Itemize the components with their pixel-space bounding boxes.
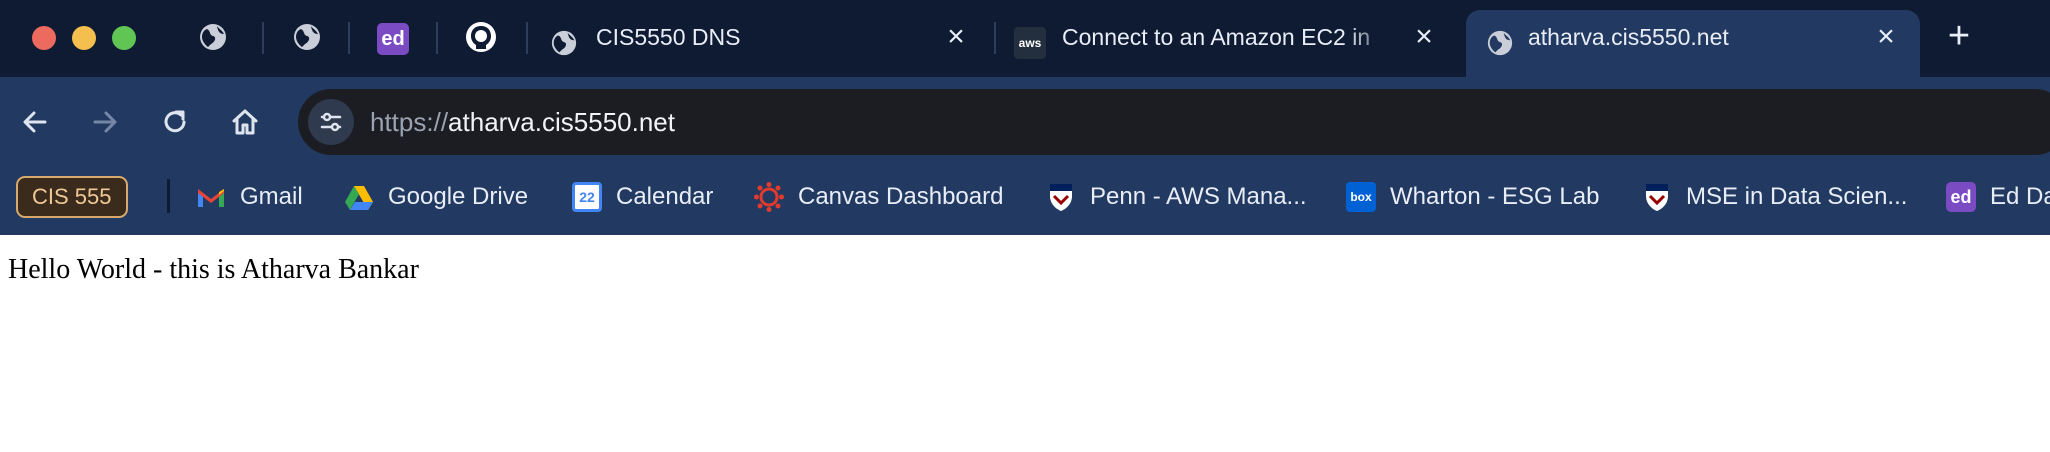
tab-strip: ed CIS5550 DNS × aws Connect to an Amazo… <box>0 0 2050 77</box>
tab-atharva-active[interactable]: atharva.cis5550.net × <box>1466 10 1920 77</box>
tab-cis5550-dns[interactable]: CIS5550 DNS × <box>548 10 978 77</box>
pinned-tab-3[interactable]: ed <box>372 18 414 60</box>
tab-separator <box>994 22 996 54</box>
globe-icon <box>1484 27 1516 59</box>
window-close-button[interactable] <box>32 26 56 50</box>
canvas-icon <box>754 182 784 212</box>
bookmark-label: MSE in Data Scien... <box>1686 183 1908 210</box>
tab-title: Connect to an Amazon EC2 in <box>1062 24 1371 50</box>
google-drive-icon <box>344 182 374 212</box>
penn-shield-icon <box>1046 182 1076 212</box>
aws-icon: aws <box>1014 27 1046 59</box>
bookmark-label: Penn - AWS Mana... <box>1090 183 1307 210</box>
bookmark-label: Calendar <box>616 183 714 210</box>
tab-title: CIS5550 DNS <box>596 24 741 50</box>
reload-button[interactable] <box>152 99 198 145</box>
bookmark-gmail[interactable]: Gmail <box>196 177 303 217</box>
url-text[interactable]: https://atharva.cis5550.net <box>370 89 675 155</box>
tab-separator <box>436 22 438 54</box>
home-button[interactable] <box>222 99 268 145</box>
close-tab-icon[interactable]: × <box>944 22 968 52</box>
globe-icon <box>548 27 580 59</box>
site-info-button[interactable] <box>308 99 354 145</box>
browser-toolbar: https://atharva.cis5550.net <box>0 77 2050 167</box>
window-minimize-button[interactable] <box>72 26 96 50</box>
forward-button[interactable] <box>82 99 128 145</box>
tab-aws-ec2[interactable]: aws Connect to an Amazon EC2 in × <box>1014 10 1444 77</box>
tab-separator <box>262 22 264 54</box>
bookmark-penn-aws[interactable]: Penn - AWS Mana... <box>1046 177 1307 217</box>
ed-icon: ed <box>377 23 409 55</box>
bookmark-label: Canvas Dashboard <box>798 183 1004 210</box>
bookmark-wharton-esg[interactable]: box Wharton - ESG Lab <box>1346 177 1599 217</box>
globe-icon <box>198 22 228 57</box>
address-bar[interactable]: https://atharva.cis5550.net <box>298 89 2050 155</box>
url-scheme: https:// <box>370 107 449 137</box>
gmail-icon <box>196 182 226 212</box>
penn-shield-icon <box>1642 182 1672 212</box>
bookmark-google-drive[interactable]: Google Drive <box>344 177 528 217</box>
arrow-left-icon <box>23 111 47 133</box>
close-tab-icon[interactable]: × <box>1874 22 1898 52</box>
bookmark-label: Wharton - ESG Lab <box>1390 183 1600 210</box>
ed-icon: ed <box>1946 182 1976 212</box>
bookmark-label: Ed Da <box>1990 183 2050 210</box>
new-tab-button[interactable]: + <box>1944 16 1974 56</box>
globe-icon <box>292 22 322 57</box>
box-icon: box <box>1346 182 1376 212</box>
tab-separator <box>348 22 350 54</box>
bookmark-calendar[interactable]: 22 Calendar <box>572 177 713 217</box>
tune-icon <box>320 112 342 132</box>
home-icon <box>232 109 258 135</box>
close-tab-icon[interactable]: × <box>1412 22 1436 52</box>
pinned-tab-4[interactable] <box>460 18 502 60</box>
bookmark-mse-data-science[interactable]: MSE in Data Scien... <box>1642 177 1907 217</box>
bookmark-label: Google Drive <box>388 183 529 210</box>
pinned-tab-1[interactable] <box>192 18 234 60</box>
tab-separator <box>526 22 528 54</box>
bookmarks-separator <box>167 179 170 213</box>
bookmarks-bar: CIS 555 Gmail Google Drive 22 Calendar C… <box>0 167 2050 235</box>
bookmark-group-cis555[interactable]: CIS 555 <box>16 176 128 218</box>
page-body-text: Hello World - this is Atharva Bankar <box>8 254 419 285</box>
tab-title: atharva.cis5550.net <box>1528 24 1729 50</box>
reload-icon <box>164 110 186 133</box>
arrow-right-icon <box>93 111 117 133</box>
window-maximize-button[interactable] <box>112 26 136 50</box>
back-button[interactable] <box>12 99 58 145</box>
github-icon <box>465 21 497 58</box>
bookmark-canvas-dashboard[interactable]: Canvas Dashboard <box>754 177 1003 217</box>
bookmark-label: Gmail <box>240 183 303 210</box>
pinned-tab-2[interactable] <box>286 18 328 60</box>
calendar-icon: 22 <box>572 182 602 212</box>
url-host: atharva.cis5550.net <box>448 107 675 137</box>
bookmark-ed[interactable]: ed Ed Da <box>1946 177 2050 217</box>
